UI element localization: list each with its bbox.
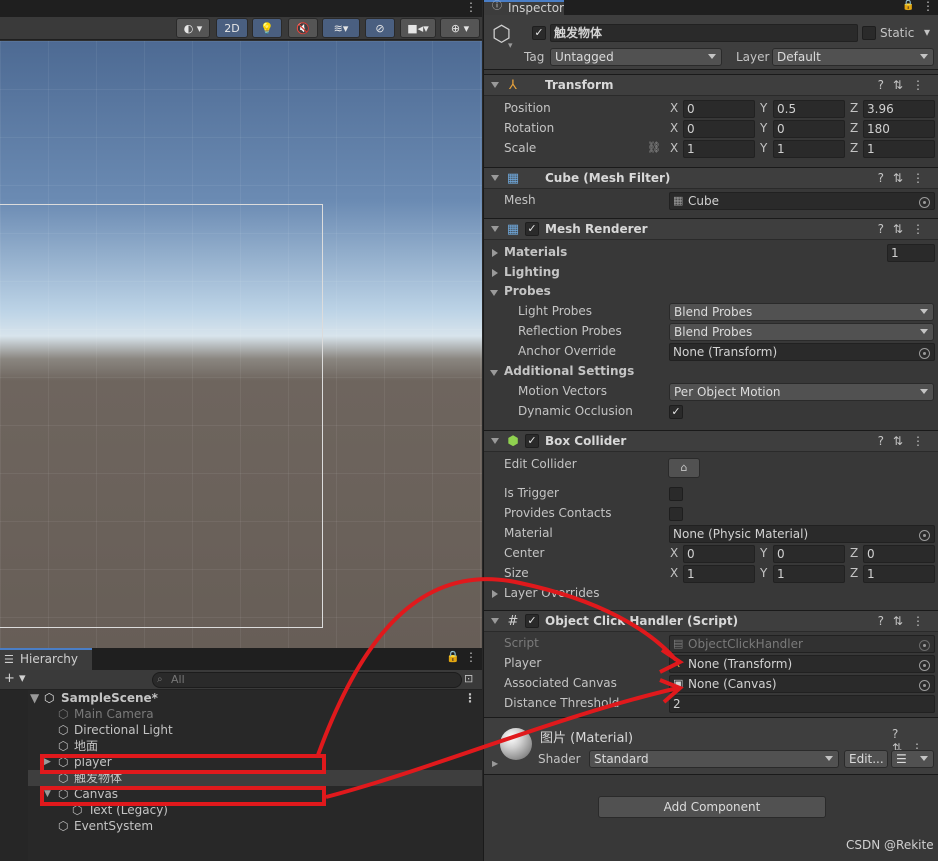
annotation-arrow-player [316, 577, 678, 756]
annotation-arrows [316, 577, 684, 799]
arrow-head-icon [659, 648, 684, 674]
annotation-arrow-canvas [325, 686, 679, 799]
